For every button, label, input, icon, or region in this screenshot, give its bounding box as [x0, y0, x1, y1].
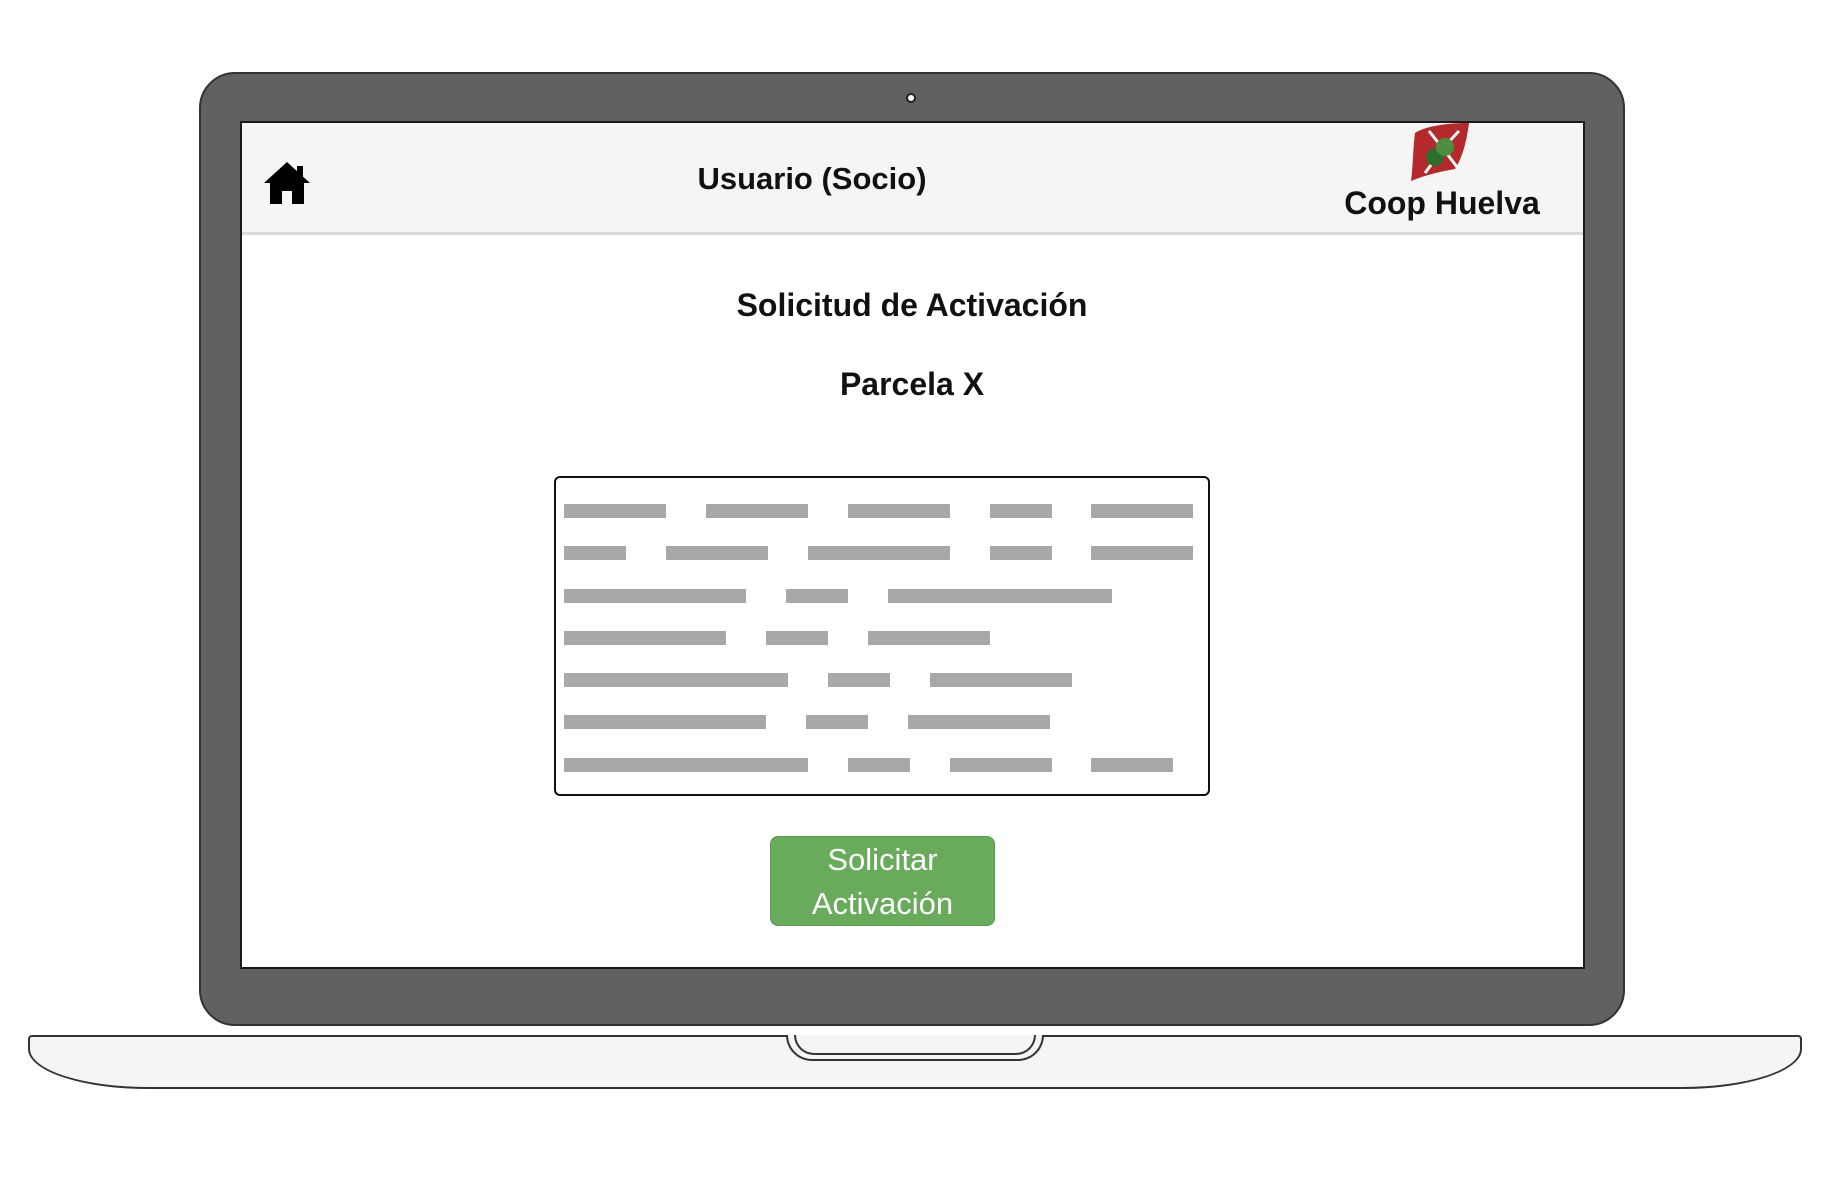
placeholder-line [908, 715, 1050, 729]
placeholder-line [848, 758, 910, 772]
placeholder-line [786, 589, 848, 603]
placeholder-line [828, 673, 890, 687]
placeholder-line [868, 631, 990, 645]
request-activation-label-line1: Solicitar [827, 842, 938, 877]
placeholder-line [564, 504, 666, 518]
brand-name: Coop Huelva [1344, 185, 1540, 221]
placeholder-line [888, 589, 1112, 603]
placeholder-line [808, 546, 950, 560]
placeholder-line [848, 504, 950, 518]
placeholder-line [564, 758, 808, 772]
activation-info-panel [554, 476, 1210, 796]
placeholder-line [564, 589, 746, 603]
placeholder-line [806, 715, 868, 729]
webcam [906, 93, 916, 103]
placeholder-line [766, 631, 828, 645]
placeholder-line [950, 758, 1052, 772]
app-screen: Usuario (Socio) Coop Huelva Solicitud de… [240, 121, 1585, 969]
coop-huelva-logo-icon [1407, 123, 1473, 181]
placeholder-line [1091, 758, 1173, 772]
laptop-mockup: Usuario (Socio) Coop Huelva Solicitud de… [0, 0, 1825, 1187]
placeholder-line [666, 546, 768, 560]
placeholder-line [1091, 546, 1193, 560]
header-title: Usuario (Socio) [697, 161, 927, 196]
app-header: Usuario (Socio) Coop Huelva [242, 123, 1583, 235]
laptop-notch-inner [794, 1035, 1036, 1055]
request-activation-button[interactable]: Solicitar Activación [770, 836, 995, 926]
placeholder-line [1091, 504, 1193, 518]
placeholder-line [990, 546, 1052, 560]
placeholder-line [564, 715, 766, 729]
placeholder-line [706, 504, 808, 518]
page-title: Solicitud de Activación [736, 287, 1088, 323]
placeholder-line [564, 631, 726, 645]
placeholder-line [564, 673, 788, 687]
placeholder-line [990, 504, 1052, 518]
request-activation-label-line2: Activación [811, 886, 954, 921]
parcel-title: Parcela X [839, 366, 985, 402]
placeholder-line [930, 673, 1072, 687]
placeholder-line [564, 546, 626, 560]
